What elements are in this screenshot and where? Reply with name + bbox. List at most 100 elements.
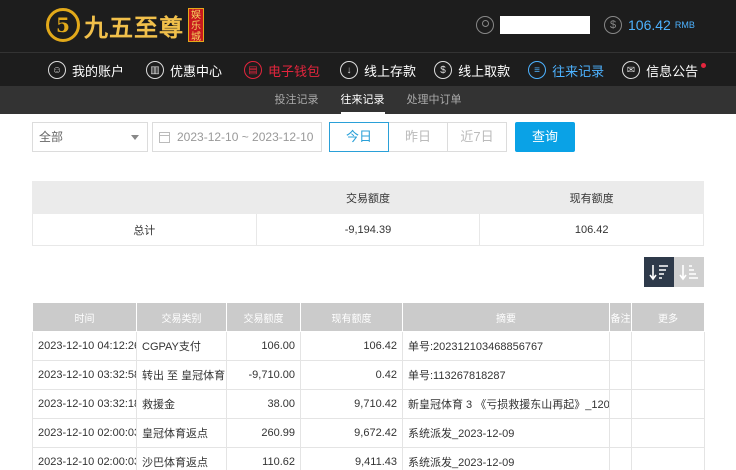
nav-announcements[interactable]: ✉ 信息公告 bbox=[622, 53, 707, 87]
table-row: 2023-12-10 04:12:26 CGPAY支付 106.00 106.4… bbox=[32, 331, 705, 361]
nav-label: 线上存款 bbox=[364, 63, 417, 79]
cell-more[interactable] bbox=[631, 418, 705, 448]
withdraw-icon: $ bbox=[434, 61, 453, 79]
cell-more[interactable] bbox=[631, 360, 705, 390]
table-row: 2023-12-10 02:00:03 沙巴体育返点 110.62 9,411.… bbox=[32, 447, 705, 470]
subtab-pending-orders[interactable]: 处理中订单 bbox=[407, 86, 462, 114]
message-icon: ✉ bbox=[622, 61, 641, 79]
subtab-bet-records[interactable]: 投注记录 bbox=[275, 86, 319, 114]
nav-label: 优惠中心 bbox=[170, 63, 223, 79]
records-icon: ≡ bbox=[528, 61, 547, 79]
sort-toggle bbox=[644, 257, 704, 287]
cell-amount: 260.99 bbox=[226, 418, 301, 448]
calendar-icon bbox=[159, 131, 170, 143]
nav-label: 电子钱包 bbox=[268, 63, 321, 79]
logo-mark: 5 bbox=[46, 8, 80, 42]
quick-date-group: 今日 昨日 近7日 bbox=[329, 122, 507, 152]
deposit-icon: ↓ bbox=[340, 61, 359, 79]
cell-remark bbox=[609, 360, 632, 390]
col-header-time: 时间 bbox=[32, 302, 137, 332]
nav-my-account[interactable]: ☺ 我的账户 bbox=[48, 53, 124, 87]
summary-header-balance: 现有额度 bbox=[479, 181, 704, 214]
table-row: 2023-12-10 02:00:03 皇冠体育返点 260.99 9,672.… bbox=[32, 418, 705, 448]
cell-summary: 单号:202312103468856767 bbox=[402, 331, 610, 361]
summary-header-amount: 交易额度 bbox=[255, 181, 481, 214]
nav-deposit[interactable]: ↓ 线上存款 bbox=[340, 53, 416, 87]
query-button[interactable]: 查询 bbox=[515, 122, 575, 152]
cell-more[interactable] bbox=[631, 447, 705, 470]
cell-balance: 106.42 bbox=[300, 331, 403, 361]
yesterday-button[interactable]: 昨日 bbox=[388, 122, 448, 152]
sort-asc-icon bbox=[679, 265, 698, 281]
date-range-input[interactable]: 2023-12-10 ~ 2023-12-10 bbox=[152, 122, 322, 152]
cell-time: 2023-12-10 04:12:26 bbox=[32, 331, 137, 361]
nav-wallet[interactable]: ▤ 电子钱包 bbox=[244, 53, 320, 87]
cell-time: 2023-12-10 03:32:58 bbox=[32, 360, 137, 390]
cell-type: 救援金 bbox=[136, 389, 227, 419]
type-select[interactable]: 全部 bbox=[32, 122, 148, 152]
col-header-amount: 交易额度 bbox=[226, 302, 301, 332]
summary-row-label: 总计 bbox=[32, 213, 257, 246]
cell-summary: 新皇冠体育 3 《亏损救援东山再起》_1209 bbox=[402, 389, 610, 419]
cell-amount: -9,710.00 bbox=[226, 360, 301, 390]
user-icon bbox=[476, 16, 494, 34]
cell-amount: 38.00 bbox=[226, 389, 301, 419]
nav-label: 我的账户 bbox=[72, 63, 125, 79]
wallet-icon: ▤ bbox=[244, 61, 263, 79]
balance-unit: RMB bbox=[674, 20, 695, 30]
col-header-type: 交易类别 bbox=[136, 302, 227, 332]
last-7-days-button[interactable]: 近7日 bbox=[447, 122, 507, 152]
nav-label: 往来记录 bbox=[552, 63, 605, 79]
cell-balance: 0.42 bbox=[300, 360, 403, 390]
cell-time: 2023-12-10 02:00:03 bbox=[32, 447, 137, 470]
cell-amount: 106.00 bbox=[226, 331, 301, 361]
cell-type: 转出 至 皇冠体育 bbox=[136, 360, 227, 390]
summary-header-empty bbox=[32, 181, 257, 214]
cell-more[interactable] bbox=[631, 389, 705, 419]
records-table: 时间 交易类别 交易额度 现有额度 摘要 备注 更多 2023-12-10 04… bbox=[32, 302, 705, 470]
nav-withdraw[interactable]: $ 线上取款 bbox=[434, 53, 510, 87]
notification-dot bbox=[701, 62, 707, 68]
balance-value: 106.42 bbox=[628, 17, 671, 33]
cell-type: 皇冠体育返点 bbox=[136, 418, 227, 448]
site-logo[interactable]: 5 九五至尊 娱乐城 bbox=[46, 6, 204, 44]
filter-bar: 全部 2023-12-10 ~ 2023-12-10 今日 昨日 近7日 查询 bbox=[32, 122, 575, 152]
top-header: 5 九五至尊 娱乐城 $ 106.42 RMB bbox=[0, 0, 736, 52]
cell-balance: 9,411.43 bbox=[300, 447, 403, 470]
cell-balance: 9,672.42 bbox=[300, 418, 403, 448]
cell-more[interactable] bbox=[631, 331, 705, 361]
cell-remark bbox=[609, 331, 632, 361]
nav-label: 信息公告 bbox=[646, 63, 699, 79]
dollar-icon: $ bbox=[604, 16, 622, 34]
cell-remark bbox=[609, 389, 632, 419]
cell-remark bbox=[609, 418, 632, 448]
sort-desc-button[interactable] bbox=[644, 257, 674, 287]
today-button[interactable]: 今日 bbox=[329, 122, 389, 152]
user-block[interactable] bbox=[476, 16, 590, 34]
summary-total-amount: -9,194.39 bbox=[255, 213, 481, 246]
sort-desc-icon bbox=[649, 265, 668, 281]
cell-summary: 系统派发_2023-12-09 bbox=[402, 418, 610, 448]
cell-time: 2023-12-10 03:32:18 bbox=[32, 389, 137, 419]
nav-promotions[interactable]: ▥ 优惠中心 bbox=[146, 53, 222, 87]
col-header-summary: 摘要 bbox=[402, 302, 610, 332]
col-header-balance: 现有额度 bbox=[300, 302, 403, 332]
username-redacted bbox=[500, 16, 590, 34]
table-row: 2023-12-10 03:32:18 救援金 38.00 9,710.42 新… bbox=[32, 389, 705, 419]
cell-remark bbox=[609, 447, 632, 470]
col-header-remark: 备注 bbox=[609, 302, 632, 332]
subtab-transaction-records[interactable]: 往来记录 bbox=[340, 86, 385, 114]
cell-type: CGPAY支付 bbox=[136, 331, 227, 361]
summary-table: 交易额度 现有额度 总计 -9,194.39 106.42 bbox=[32, 181, 704, 246]
cell-balance: 9,710.42 bbox=[300, 389, 403, 419]
cell-type: 沙巴体育返点 bbox=[136, 447, 227, 470]
nav-records[interactable]: ≡ 往来记录 bbox=[528, 53, 604, 87]
summary-balance: 106.42 bbox=[479, 213, 704, 246]
type-select-value: 全部 bbox=[39, 130, 64, 144]
user-icon: ☺ bbox=[48, 61, 66, 79]
sub-nav: 投注记录 往来记录 处理中订单 bbox=[0, 86, 736, 114]
col-header-more: 更多 bbox=[631, 302, 705, 332]
balance-display: $ 106.42 RMB bbox=[604, 16, 695, 34]
sort-asc-button[interactable] bbox=[674, 257, 704, 287]
cell-amount: 110.62 bbox=[226, 447, 301, 470]
